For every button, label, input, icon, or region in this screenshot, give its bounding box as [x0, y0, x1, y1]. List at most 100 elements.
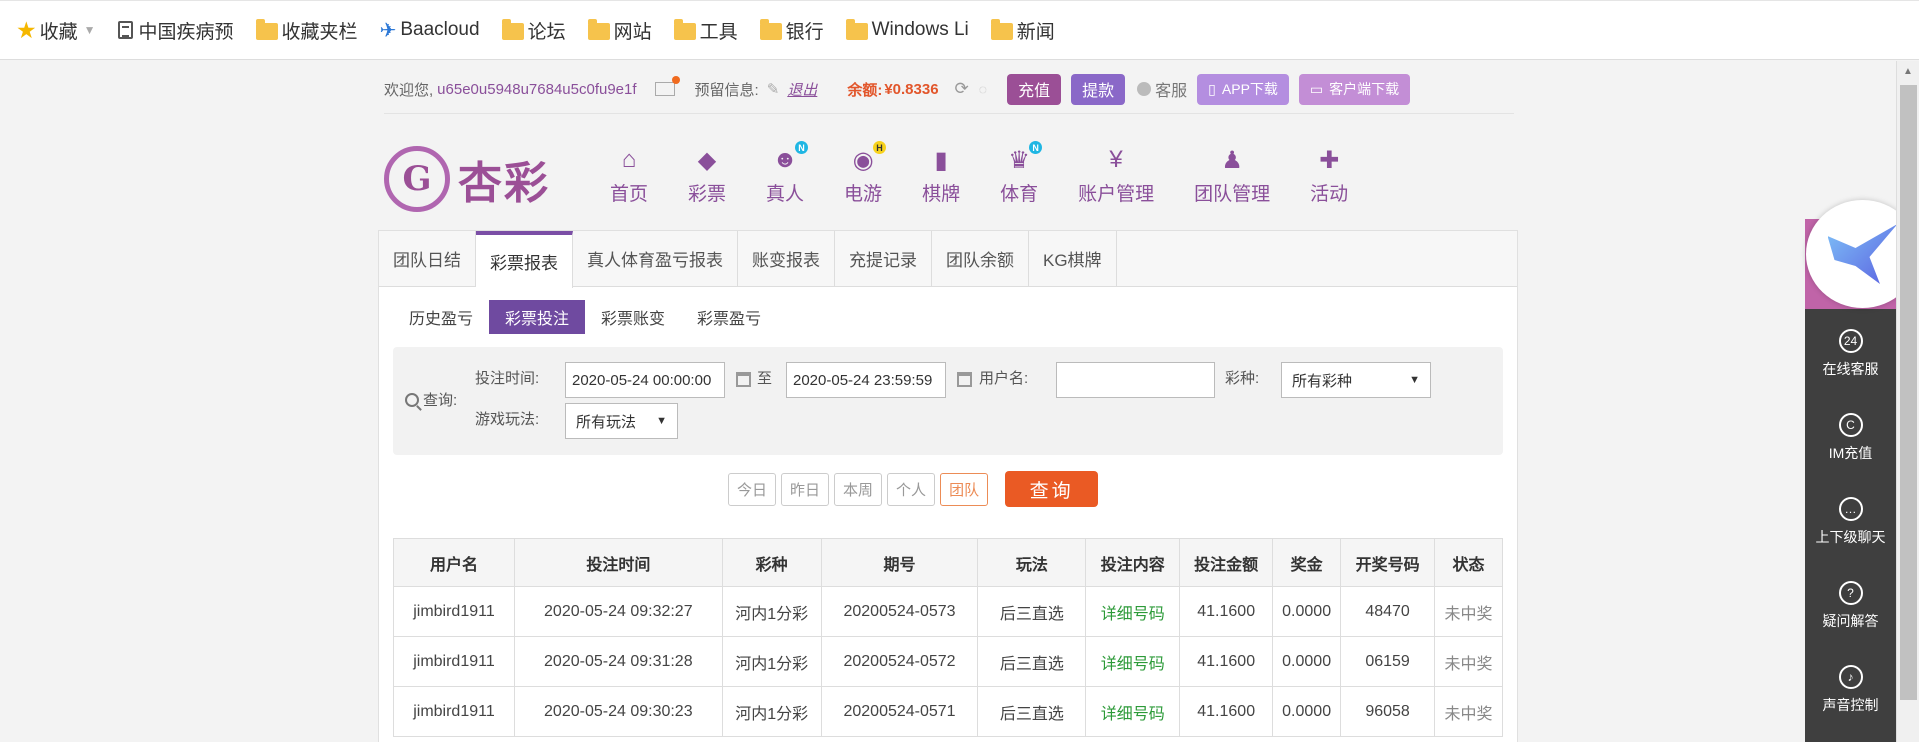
calendar-icon[interactable]: [957, 372, 972, 387]
user-bar: 欢迎您, u65e0u5948u7684u5c0fu9e1f 预留信息: ✎ 退…: [384, 69, 1514, 109]
tab-deposit-withdraw[interactable]: 充提记录: [835, 231, 932, 286]
this-week-button[interactable]: 本周: [834, 472, 883, 506]
tab-team-daily[interactable]: 团队日结: [379, 231, 476, 286]
tab-kg-cards[interactable]: KG棋牌: [1029, 231, 1117, 286]
col-issue[interactable]: 期号: [820, 538, 979, 587]
col-amount[interactable]: 投注金额: [1179, 538, 1274, 587]
detail-numbers-link[interactable]: 详细号码: [1085, 586, 1181, 637]
col-prize[interactable]: 奖金: [1272, 538, 1342, 587]
folder-icon: [587, 18, 610, 40]
yesterday-button[interactable]: 昨日: [781, 472, 830, 506]
bookmark-folder-news[interactable]: 新闻: [990, 17, 1055, 44]
team-button[interactable]: 团队: [940, 472, 989, 506]
lottery-type-select[interactable]: 所有彩种 ▼: [1281, 362, 1431, 398]
bookmark-label: 论坛: [527, 21, 566, 43]
lottery-type-value: 所有彩种: [1292, 372, 1353, 390]
cell-bet-time: 2020-05-24 09:32:27: [513, 586, 723, 637]
tab-live-sports-pnl[interactable]: 真人体育盈亏报表: [573, 231, 738, 286]
bookmark-folder-windows[interactable]: Windows Li: [845, 18, 969, 41]
detail-numbers-link[interactable]: 详细号码: [1085, 686, 1181, 737]
bookmark-baacloud[interactable]: ✈ Baacloud: [380, 18, 480, 43]
folder-icon: [501, 18, 524, 40]
nav-account[interactable]: ¥ 账户管理: [1078, 145, 1154, 225]
bookmark-folder-favorites-bar[interactable]: 收藏夹栏: [255, 17, 358, 44]
im-recharge-button[interactable]: C IM充值: [1805, 413, 1896, 463]
faq-button[interactable]: ? 疑问解答: [1805, 581, 1896, 631]
quick-range-buttons: 今日 昨日 本周 个人 团队 查询: [728, 471, 1099, 507]
col-status[interactable]: 状态: [1434, 538, 1503, 587]
online-service-button[interactable]: 24 在线客服: [1805, 329, 1896, 379]
customer-service-link[interactable]: 客服: [1137, 77, 1187, 101]
nav-egames[interactable]: ◉ H 电游: [844, 141, 887, 225]
bookmark-folder-bank[interactable]: 银行: [759, 17, 824, 44]
folder-icon: [845, 18, 868, 40]
chat-bubble-icon: …: [1838, 497, 1863, 521]
nav-home[interactable]: ⌂ 首页: [610, 145, 648, 225]
username-input[interactable]: [1056, 362, 1215, 398]
scrollbar-thumb[interactable]: [1900, 85, 1917, 700]
tab-lottery-report[interactable]: 彩票报表: [476, 231, 573, 288]
play-type-select[interactable]: 所有玩法 ▼: [565, 403, 678, 439]
site-logo[interactable]: G 杏彩: [384, 141, 556, 217]
vertical-scrollbar[interactable]: ▲: [1896, 61, 1919, 742]
cell-username: jimbird1911: [393, 586, 515, 637]
cell-lottery: 河内1分彩: [721, 686, 822, 737]
search-button[interactable]: 查询: [1005, 471, 1099, 507]
col-username[interactable]: 用户名: [393, 538, 515, 587]
scroll-up-icon[interactable]: ▲: [1903, 66, 1913, 77]
nav-promotions[interactable]: ✚ 活动: [1310, 145, 1348, 225]
refresh-icon[interactable]: ⟳: [955, 79, 969, 99]
tab-account-change[interactable]: 账变报表: [738, 231, 835, 286]
bookmark-cdc[interactable]: 中国疾病预: [117, 17, 234, 44]
col-content[interactable]: 投注内容: [1085, 538, 1181, 587]
nav-sports[interactable]: ♛ N 体育: [1000, 141, 1043, 225]
app-download-label: APP下载: [1221, 81, 1278, 97]
bookmark-folder-tools[interactable]: 工具: [673, 17, 738, 44]
logout-link[interactable]: 退出: [787, 79, 817, 100]
cell-prize: 0.0000: [1272, 586, 1342, 637]
calendar-icon[interactable]: [736, 372, 751, 387]
bookmark-folder-sites[interactable]: 网站: [587, 17, 652, 44]
logo-text: 杏彩: [458, 158, 550, 209]
withdraw-button[interactable]: 提款: [1071, 73, 1126, 105]
bookmark-favorites[interactable]: ★ 收藏 ▼: [16, 17, 96, 44]
cell-play: 后三直选: [977, 586, 1087, 637]
start-time-input[interactable]: 2020-05-24 00:00:00: [565, 362, 725, 398]
subtab-lottery-bets[interactable]: 彩票投注: [489, 300, 586, 334]
today-button[interactable]: 今日: [728, 472, 777, 506]
col-play[interactable]: 玩法: [977, 538, 1087, 587]
trophy-icon: ♛ N: [1004, 141, 1043, 175]
balance-label: 余额:: [847, 81, 883, 99]
subtab-lottery-pnl[interactable]: 彩票盈亏: [681, 300, 777, 334]
subtab-lottery-changes[interactable]: 彩票账变: [585, 300, 681, 334]
nav-label: 团队管理: [1194, 184, 1271, 205]
chat-button[interactable]: … 上下级聊天: [1805, 497, 1896, 547]
nav-live-casino[interactable]: ☻ N 真人: [766, 141, 809, 225]
personal-button[interactable]: 个人: [887, 472, 936, 506]
subtab-history-pnl[interactable]: 历史盈亏: [393, 300, 489, 334]
hot-badge: H: [873, 141, 887, 154]
nav-lottery[interactable]: ◆ 彩票: [688, 145, 726, 225]
bookmark-label: 新闻: [1016, 21, 1055, 43]
col-lottery[interactable]: 彩种: [721, 538, 822, 587]
mail-icon[interactable]: [654, 76, 680, 96]
nav-cards[interactable]: ▮ 棋牌: [922, 145, 960, 225]
hide-eye-icon[interactable]: ◌: [979, 81, 987, 97]
lottery-type-label: 彩种:: [1225, 370, 1260, 387]
app-download-button[interactable]: ▯ APP下载: [1197, 73, 1289, 105]
play-type-label: 游戏玩法:: [475, 411, 540, 428]
end-time-input[interactable]: 2020-05-24 23:59:59: [786, 362, 946, 398]
tab-team-balance[interactable]: 团队余额: [932, 231, 1029, 286]
ticket-icon: ◆: [697, 146, 717, 174]
detail-numbers-link[interactable]: 详细号码: [1085, 636, 1181, 687]
nav-team[interactable]: ♟ 团队管理: [1194, 145, 1270, 225]
bookmark-label: 银行: [785, 21, 824, 43]
client-download-button[interactable]: ▭ 客户端下载: [1298, 73, 1411, 105]
col-bet-time[interactable]: 投注时间: [513, 538, 723, 587]
bookmark-folder-forum[interactable]: 论坛: [501, 17, 566, 44]
new-badge: N: [1029, 141, 1043, 154]
sound-control-button[interactable]: ♪ 声音控制: [1805, 665, 1896, 715]
edit-icon[interactable]: ✎: [767, 80, 780, 98]
col-draw-number[interactable]: 开奖号码: [1340, 538, 1436, 587]
recharge-button[interactable]: 充值: [1007, 73, 1062, 105]
